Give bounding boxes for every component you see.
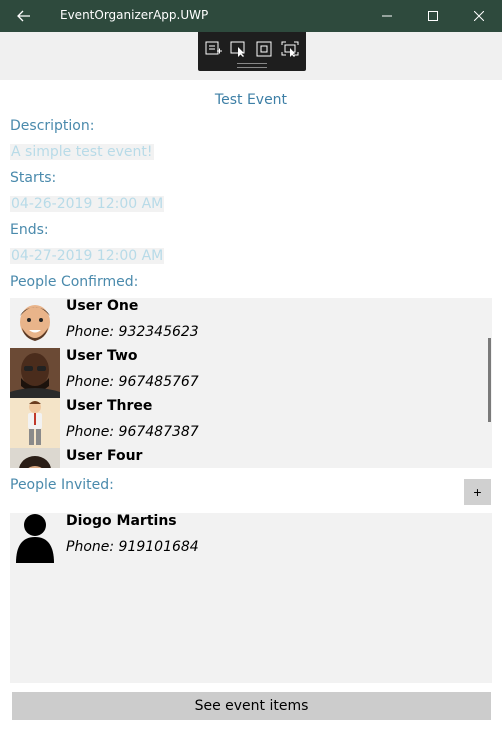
select-element-icon (230, 41, 245, 57)
person-phone: Phone: 932345623 (66, 324, 199, 340)
person-name: User Two (66, 348, 138, 364)
list-scrollbar[interactable] (488, 338, 491, 422)
track-focused-element-button[interactable] (280, 39, 300, 59)
list-item[interactable]: User One Phone: 932345623 (10, 298, 492, 348)
description-value: A simple test event! (10, 144, 154, 160)
avatar (10, 348, 60, 398)
maximize-icon (428, 11, 438, 21)
see-event-items-button[interactable]: See event items (12, 692, 491, 720)
person-phone: Phone: 967487387 (66, 424, 199, 440)
window-title: EventOrganizerApp.UWP (60, 8, 209, 22)
toolbar-strip (0, 32, 502, 80)
select-element-button[interactable] (229, 39, 249, 59)
back-button[interactable] (8, 0, 40, 32)
maximize-button[interactable] (410, 0, 456, 32)
toolbar-grip[interactable] (237, 63, 267, 68)
person-silhouette-icon (16, 514, 54, 563)
man-photo-avatar-icon (10, 448, 60, 468)
layout-adorners-icon (256, 41, 272, 57)
cartoon-businessman-avatar-icon (10, 398, 60, 448)
avatar (10, 513, 60, 563)
minimize-button[interactable] (364, 0, 410, 32)
person-phone: Phone: 967485767 (66, 374, 199, 390)
person-phone: Phone: 919101684 (66, 539, 199, 555)
person-name: Diogo Martins (66, 513, 177, 529)
avatar (10, 298, 60, 348)
starts-label: Starts: (10, 170, 57, 186)
ends-label: Ends: (10, 222, 49, 238)
list-item[interactable]: Diogo Martins Phone: 919101684 (10, 513, 492, 563)
people-confirmed-label: People Confirmed: (10, 274, 139, 290)
person-name: User Four (66, 448, 143, 464)
list-item[interactable]: User Two Phone: 967485767 (10, 348, 492, 398)
debug-toolbar (198, 32, 306, 71)
back-arrow-icon (17, 10, 30, 22)
live-visual-tree-button[interactable] (204, 39, 224, 59)
ends-value: 04-27-2019 12:00 AM (10, 248, 165, 264)
starts-value: 04-26-2019 12:00 AM (10, 196, 165, 212)
add-invitee-button[interactable]: + (464, 479, 491, 505)
title-bar: EventOrganizerApp.UWP (0, 0, 502, 32)
display-layout-adorners-button[interactable] (254, 39, 274, 59)
person-name: User Three (66, 398, 153, 414)
list-item[interactable]: User Four (10, 448, 492, 468)
person-name: User One (66, 298, 139, 314)
description-label: Description: (10, 118, 95, 134)
avatar (10, 398, 60, 448)
confirmed-people-list[interactable]: User One Phone: 932345623 User Two Phone… (10, 298, 492, 468)
visual-tree-icon (205, 41, 222, 55)
track-focus-icon (281, 41, 299, 57)
minimize-icon (382, 15, 392, 17)
close-button[interactable] (456, 0, 502, 32)
avatar (10, 448, 60, 468)
people-invited-label: People Invited: (10, 477, 114, 493)
man-photo-avatar-icon (10, 348, 60, 398)
cartoon-man-avatar-icon (10, 298, 60, 348)
close-icon (474, 11, 484, 21)
invited-people-list[interactable]: Diogo Martins Phone: 919101684 (10, 513, 492, 683)
event-title: Test Event (214, 92, 288, 108)
list-item[interactable]: User Three Phone: 967487387 (10, 398, 492, 448)
